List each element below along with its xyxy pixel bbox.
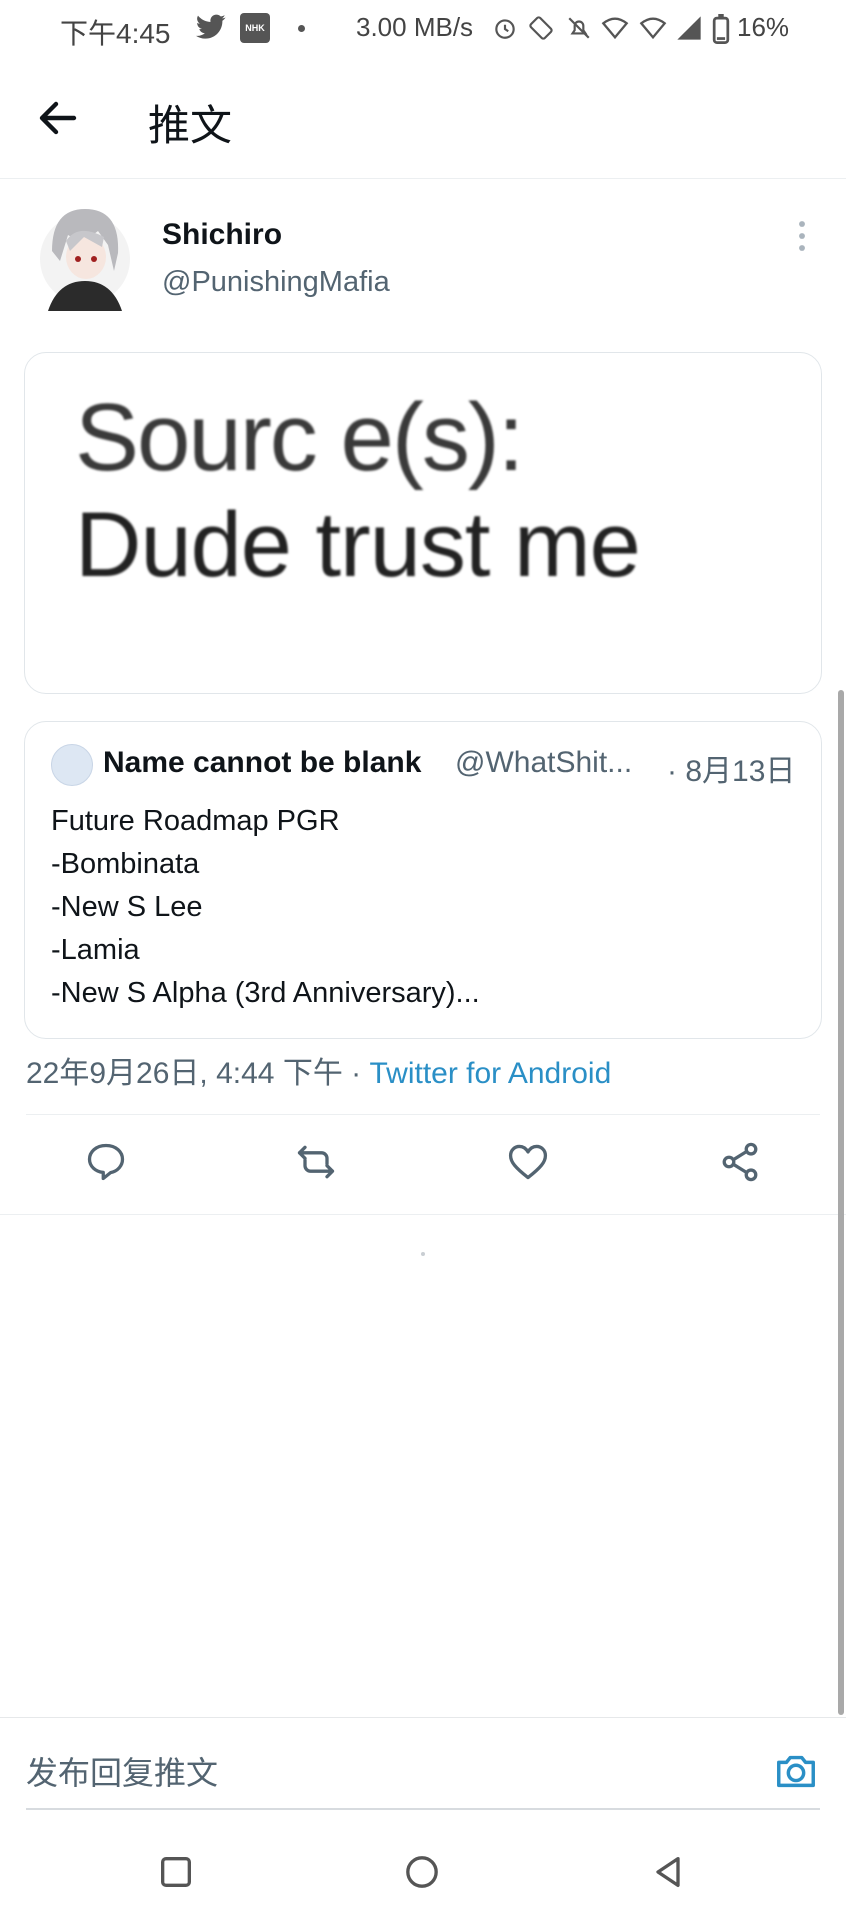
author-name[interactable]: Shichiro <box>162 218 282 252</box>
battery-percentage: 16% <box>737 12 790 42</box>
notifications-off-icon <box>568 17 590 39</box>
camera-icon[interactable] <box>773 1748 819 1794</box>
quoted-author-name: Name cannot be blank <box>103 746 422 779</box>
divider <box>26 1114 820 1115</box>
alarm-icon <box>495 19 515 39</box>
share-icon[interactable] <box>718 1140 762 1184</box>
quoted-line: -Lamia <box>51 934 140 966</box>
author-avatar[interactable] <box>38 201 132 311</box>
media-text-line-1: Sourc e(s): <box>75 384 524 491</box>
auto-rotate-icon <box>529 16 553 40</box>
reply-underline <box>26 1808 820 1810</box>
quoted-tweet-text: Future Roadmap PGR -Bombinata -New S Lee… <box>51 800 480 1015</box>
quoted-line: -Bombinata <box>51 848 200 880</box>
status-time: 下午4:45 <box>60 18 171 49</box>
divider <box>0 1214 846 1215</box>
wifi-signal-icon-2 <box>639 17 667 40</box>
recent-apps-icon[interactable] <box>156 1852 196 1892</box>
twitter-notification-icon <box>196 14 226 39</box>
quoted-line: -New S Lee <box>51 891 203 923</box>
back-arrow-icon[interactable] <box>34 94 82 142</box>
cellular-signal-icon <box>677 16 701 40</box>
quoted-tweet-card[interactable]: Name cannot be blank @WhatShit... · 8月13… <box>24 721 822 1039</box>
header: 推文 <box>0 58 846 179</box>
wifi-signal-icon <box>601 17 629 40</box>
quoted-author-handle: @WhatShit... <box>455 746 633 779</box>
quoted-line: Future Roadmap PGR <box>51 805 340 837</box>
tweet-actions-bar <box>0 1130 846 1210</box>
reply-input[interactable]: 发布回复推文 <box>26 1748 218 1794</box>
reply-icon[interactable] <box>84 1140 128 1184</box>
battery-icon <box>712 14 730 44</box>
quoted-line: -New S Alpha (3rd Anniversary)... <box>51 977 480 1009</box>
retweet-icon[interactable] <box>294 1140 338 1184</box>
quoted-tweet-date: · 8月13日 <box>667 755 796 788</box>
more-options-icon[interactable] <box>796 220 808 252</box>
home-icon[interactable] <box>402 1852 442 1892</box>
network-speed: 3.00 MB/s <box>356 12 474 42</box>
back-nav-icon[interactable] <box>648 1852 688 1892</box>
divider <box>0 1717 846 1718</box>
tweet-timestamp: 22年9月26日, 4:44 下午 · Twitter for Android <box>26 1048 611 1092</box>
scrollbar[interactable] <box>838 690 844 1715</box>
system-navigation-bar <box>0 1822 846 1920</box>
like-icon[interactable] <box>506 1140 550 1184</box>
page-title: 推文 <box>148 102 233 149</box>
quoted-author-avatar <box>51 744 93 786</box>
author-handle[interactable]: @PunishingMafia <box>162 266 390 299</box>
status-bar: 下午4:45 NHK 3.00 MB/s 16% <box>0 0 846 58</box>
tweet-media-image[interactable]: Sourc e(s): Dude trust me <box>24 352 822 694</box>
timestamp-text: 22年9月26日, 4:44 下午 · <box>26 1057 370 1090</box>
notification-dot-icon <box>298 25 305 32</box>
loading-indicator <box>421 1252 425 1256</box>
nhk-notification-icon: NHK <box>240 13 270 43</box>
source-link[interactable]: Twitter for Android <box>369 1057 611 1090</box>
media-text-line-2: Dude trust me <box>75 494 641 596</box>
